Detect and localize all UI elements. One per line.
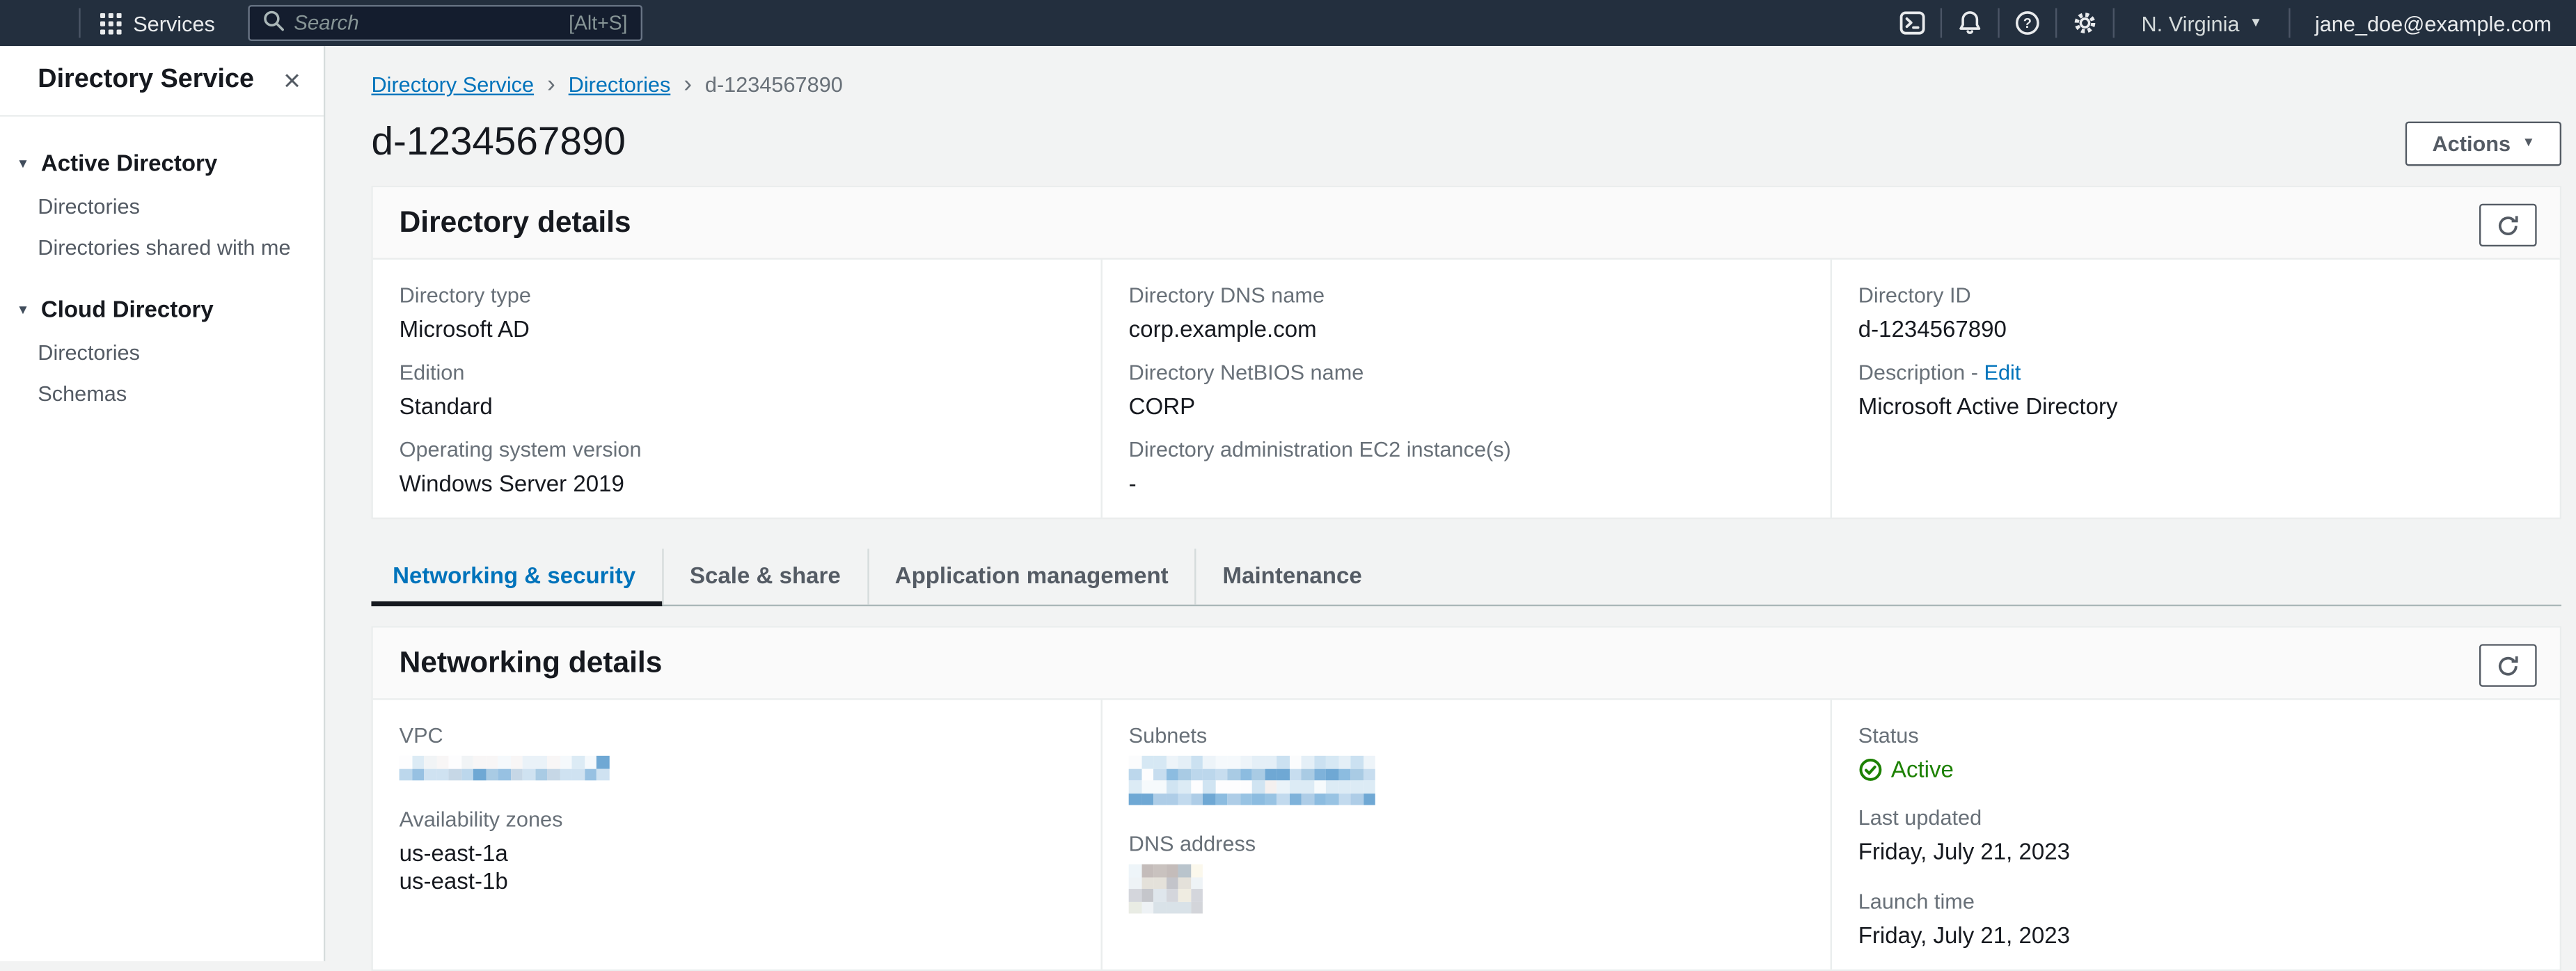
dns-redacted-value <box>1128 864 1203 914</box>
sidebar-item-cloud-directories[interactable]: Directories <box>0 340 324 365</box>
services-grid-icon <box>100 12 122 34</box>
search-input[interactable]: Search [Alt+S] <box>248 5 642 42</box>
field-label: Description - Edit <box>1858 359 2021 385</box>
field-value: Microsoft Active Directory <box>1858 393 2118 419</box>
status-value: Active <box>1890 755 1954 782</box>
availability-zone: us-east-1a <box>399 839 508 866</box>
sidebar-title: Directory Service <box>38 65 255 94</box>
chevron-right-icon: › <box>683 70 692 99</box>
field-value: Standard <box>399 393 493 419</box>
top-navigation-bar: Services Search [Alt+S] ? N. Virginia ▼ … <box>0 0 2576 47</box>
check-circle-icon <box>1859 757 1882 780</box>
question-circle-icon: ? <box>2016 11 2040 35</box>
region-selector[interactable]: N. Virginia ▼ <box>2115 10 2289 35</box>
details-column-3: Directory ID d-1234567890 Description - E… <box>1830 259 2560 518</box>
sidebar-section-active-directory[interactable]: ▼ Active Directory <box>0 150 324 176</box>
sidebar-item-directories-shared-with-me[interactable]: Directories shared with me <box>0 235 324 260</box>
sidebar-nav: ▼ Active Directory Directories Directori… <box>0 117 324 406</box>
search-placeholder: Search <box>294 11 359 35</box>
tab-maintenance[interactable]: Maintenance <box>1194 548 1388 605</box>
field-label: Directory NetBIOS name <box>1128 359 1364 385</box>
details-column-1: Directory type Microsoft AD Edition Standa… <box>373 260 1101 518</box>
dns-address-label: DNS address <box>1128 831 1256 856</box>
nav-right-controls: ? N. Virginia ▼ jane_doe@example.com <box>1885 0 2576 46</box>
launch-time-value: Friday, July 21, 2023 <box>1858 922 2071 949</box>
chevron-down-icon: ▼ <box>16 301 30 317</box>
field-label: Directory administration EC2 instance(s) <box>1128 436 1511 462</box>
availability-zones-label: Availability zones <box>399 807 563 832</box>
last-updated-value: Friday, July 21, 2023 <box>1858 837 2071 865</box>
close-icon[interactable]: × <box>283 65 301 95</box>
subnets-redacted-value <box>1128 755 1375 805</box>
tab-application-management[interactable]: Application management <box>867 548 1195 605</box>
gear-icon <box>2075 13 2096 33</box>
directory-details-panel: Directory details Directory type Microsof… <box>371 185 2562 519</box>
refresh-button[interactable] <box>2479 644 2537 687</box>
chevron-down-icon: ▼ <box>2249 15 2263 30</box>
field-label: Operating system version <box>399 436 642 462</box>
networking-details-title: Networking details <box>399 645 663 679</box>
refresh-icon <box>2498 215 2518 235</box>
vpc-label: VPC <box>399 723 443 748</box>
edit-description-link[interactable]: Edit <box>1984 360 2021 384</box>
sidebar-section-cloud-directory[interactable]: ▼ Cloud Directory <box>0 296 324 322</box>
refresh-button[interactable] <box>2479 203 2537 247</box>
cloudshell-button[interactable] <box>1885 0 1941 46</box>
sidebar-item-schemas[interactable]: Schemas <box>0 381 324 406</box>
field-value: corp.example.com <box>1128 315 1317 342</box>
search-shortcut-hint: [Alt+S] <box>569 11 628 35</box>
services-menu-button[interactable]: Services <box>81 10 235 35</box>
field-value: - <box>1128 470 1137 496</box>
notifications-button[interactable] <box>1943 0 1998 46</box>
last-updated-label: Last updated <box>1858 805 1982 830</box>
field-value: CORP <box>1128 393 1196 419</box>
refresh-icon <box>2498 655 2518 675</box>
networking-column-2: Subnets DNS address <box>1100 700 1831 970</box>
services-label: Services <box>133 10 215 35</box>
breadcrumb: Directory Service › Directories › d-1234… <box>371 72 2561 97</box>
networking-column-1: VPC Availability zones us-east-1a us-eas… <box>373 700 1101 970</box>
field-label: Directory ID <box>1858 283 1971 308</box>
field-value: Windows Server 2019 <box>399 470 624 496</box>
svg-text:?: ? <box>2024 16 2032 31</box>
page-title: d-1234567890 <box>371 120 626 165</box>
tab-scale-share[interactable]: Scale & share <box>661 548 867 605</box>
field-value: Microsoft AD <box>399 315 530 342</box>
vpc-redacted-value <box>399 755 609 781</box>
tab-networking-security[interactable]: Networking & security <box>371 548 662 607</box>
sidebar-item-directories[interactable]: Directories <box>0 194 324 219</box>
networking-column-3: Status Active Last updated Friday, July … <box>1830 700 2560 970</box>
field-value: d-1234567890 <box>1858 315 2007 342</box>
field-label: Directory DNS name <box>1128 283 1325 308</box>
main-content: Directory Service › Directories › d-1234… <box>325 46 2576 971</box>
actions-button[interactable]: Actions ▼ <box>2405 120 2562 166</box>
settings-button[interactable] <box>2057 0 2113 46</box>
search-icon <box>262 10 284 36</box>
details-column-2: Directory DNS name corp.example.com Direc… <box>1100 259 1831 518</box>
chevron-down-icon: ▼ <box>16 155 30 171</box>
account-menu[interactable]: jane_doe@example.com <box>2291 10 2576 35</box>
chevron-down-icon: ▼ <box>2522 134 2536 150</box>
availability-zone: us-east-1b <box>399 867 508 894</box>
subnets-label: Subnets <box>1128 723 1208 748</box>
breadcrumb-link-directories[interactable]: Directories <box>569 72 671 97</box>
networking-details-panel: Networking details VPC Availability zone… <box>371 626 2562 971</box>
status-badge: Active <box>1858 756 2534 782</box>
breadcrumb-current: d-1234567890 <box>704 72 843 97</box>
region-label: N. Virginia <box>2141 10 2240 35</box>
bell-icon <box>1960 11 1982 34</box>
field-label: Edition <box>399 359 465 385</box>
help-button[interactable]: ? <box>2000 0 2056 46</box>
app-root: Services Search [Alt+S] ? N. Virginia ▼ … <box>0 0 2576 971</box>
breadcrumb-link-directory-service[interactable]: Directory Service <box>371 72 534 97</box>
chevron-right-icon: › <box>546 70 555 99</box>
service-sidebar: Directory Service × ▼ Active Directory D… <box>0 46 326 961</box>
status-label: Status <box>1858 723 1919 748</box>
cloudshell-terminal-icon <box>1900 11 1926 35</box>
directory-details-title: Directory details <box>399 205 631 239</box>
detail-tabs: Networking & security Scale & share Appl… <box>371 548 2562 607</box>
launch-time-label: Launch time <box>1858 889 1975 914</box>
field-label: Directory type <box>399 283 531 308</box>
